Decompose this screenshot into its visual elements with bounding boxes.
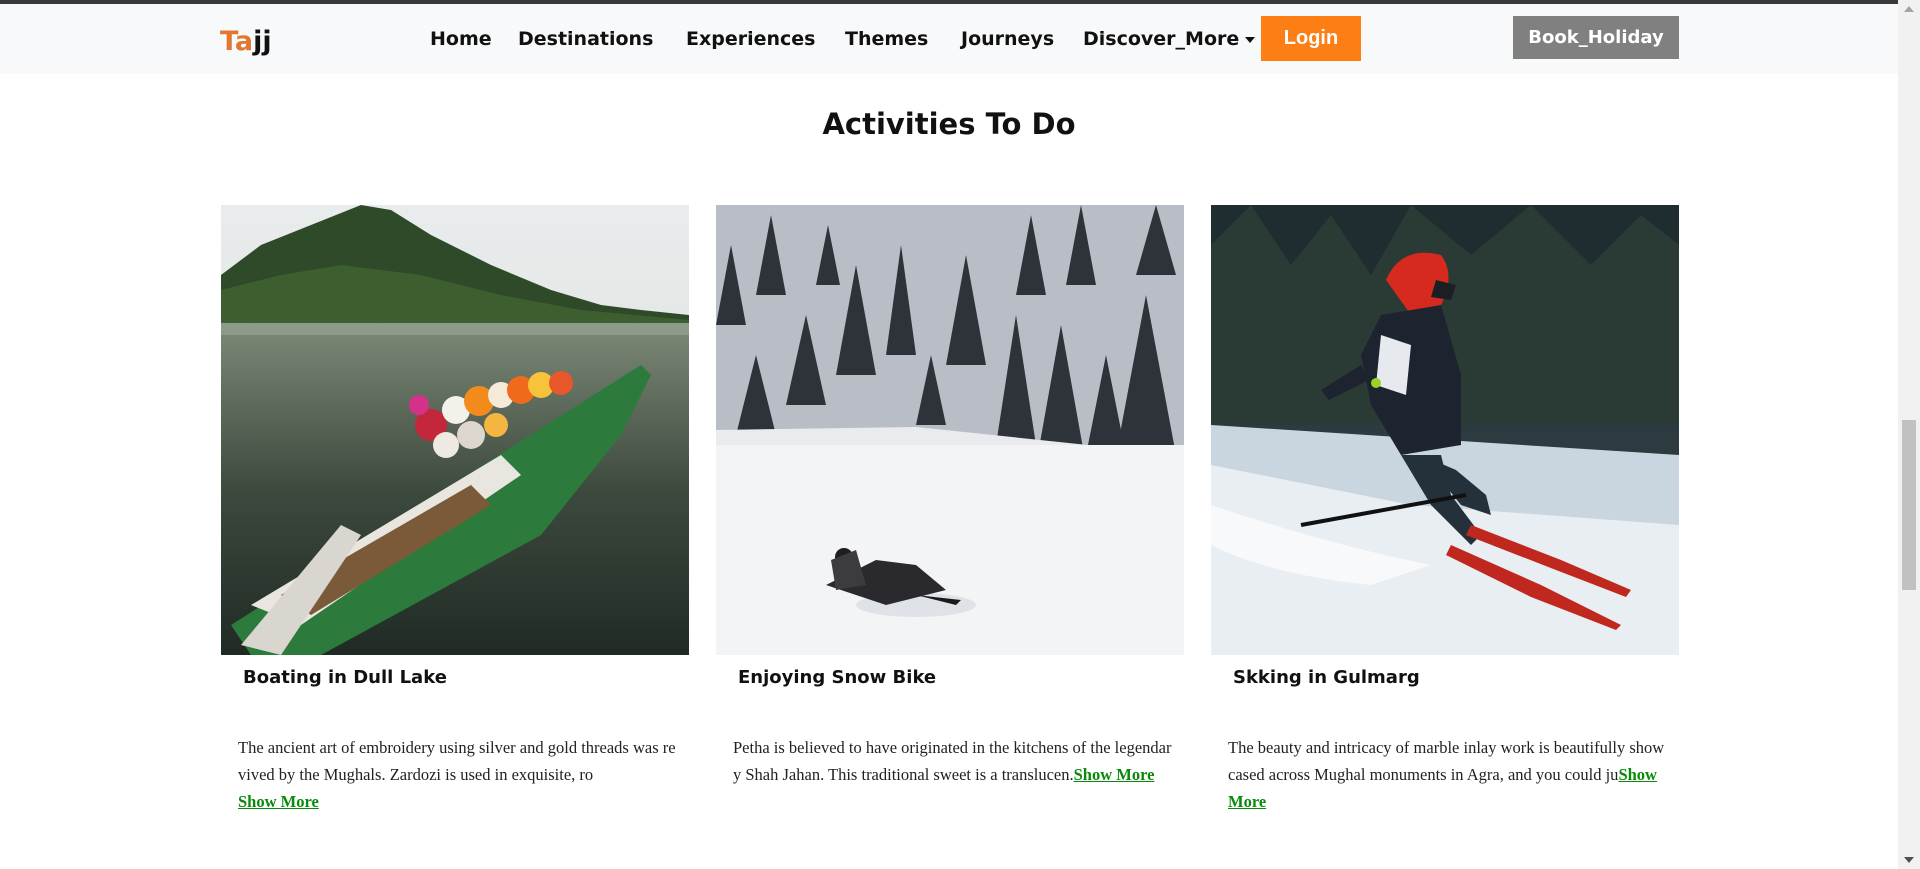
card-title: Boating in Dull Lake [243, 667, 447, 688]
brand-logo[interactable]: Tajj [220, 26, 272, 57]
nav-themes[interactable]: Themes [845, 28, 928, 50]
scroll-up-arrow-icon[interactable] [1904, 6, 1914, 12]
card-description: Petha is believed to have originated in … [733, 734, 1173, 788]
skiing-image[interactable] [1211, 205, 1679, 655]
card-title: Enjoying Snow Bike [738, 667, 937, 688]
snow-bike-image[interactable] [716, 205, 1184, 655]
activity-card: Skking in Gulmarg The beauty and intrica… [1211, 205, 1679, 811]
activity-card: Enjoying Snow Bike Petha is believed to … [716, 205, 1184, 784]
card-text: The ancient art of embroidery using silv… [238, 738, 676, 784]
navbar: Tajj Home Destinations Experiences Theme… [0, 4, 1898, 74]
lake-boat-image[interactable] [221, 205, 689, 655]
nav-home[interactable]: Home [430, 28, 492, 50]
brand-logo-part2: jj [253, 26, 272, 57]
show-more-link[interactable]: Show More [1074, 765, 1155, 784]
activity-card: Boating in Dull Lake The ancient art of … [221, 205, 689, 811]
nav-discover-more-dropdown[interactable]: Discover_More [1083, 28, 1256, 50]
nav-experiences[interactable]: Experiences [686, 28, 815, 50]
vertical-scrollbar[interactable] [1898, 0, 1920, 869]
card-title: Skking in Gulmarg [1233, 667, 1420, 688]
section-title: Activities To Do [822, 107, 1076, 141]
card-text: The beauty and intricacy of marble inlay… [1228, 738, 1665, 784]
show-more-link[interactable]: Show More [238, 792, 319, 811]
nav-discover-more-label: Discover_More [1083, 28, 1240, 50]
brand-logo-part1: Ta [220, 26, 254, 57]
nav-journeys[interactable]: Journeys [961, 28, 1054, 50]
login-button[interactable]: Login [1261, 16, 1361, 61]
book-holiday-button[interactable]: Book_Holiday [1513, 16, 1679, 59]
scroll-thumb[interactable] [1902, 420, 1916, 590]
caret-down-icon [1245, 36, 1256, 43]
nav-destinations[interactable]: Destinations [518, 28, 653, 50]
card-description: The ancient art of embroidery using silv… [238, 734, 678, 815]
card-description: The beauty and intricacy of marble inlay… [1228, 734, 1668, 815]
scroll-down-arrow-icon[interactable] [1904, 857, 1914, 863]
